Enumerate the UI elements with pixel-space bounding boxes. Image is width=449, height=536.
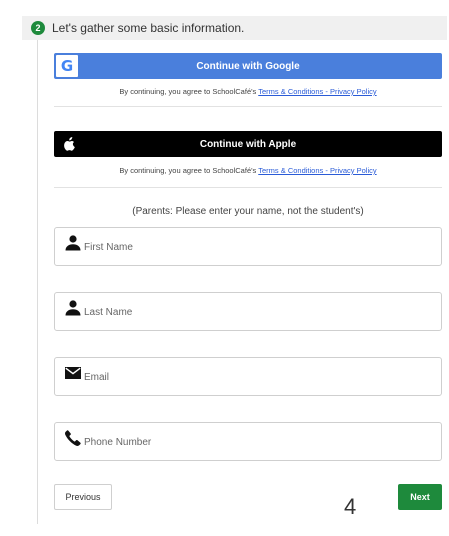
first-name-input[interactable] bbox=[84, 242, 424, 253]
parents-note: (Parents: Please enter your name, not th… bbox=[132, 206, 364, 217]
apple-consent-text: By continuing, you agree to SchoolCafé's… bbox=[54, 166, 442, 175]
apple-logo-icon bbox=[64, 137, 75, 151]
step-title: Let's gather some basic information. bbox=[52, 21, 245, 35]
next-button[interactable]: Next bbox=[398, 484, 442, 510]
previous-button[interactable]: Previous bbox=[54, 484, 112, 510]
apple-consent-prefix: By continuing, you agree to SchoolCafé's bbox=[119, 166, 257, 175]
divider bbox=[54, 187, 442, 188]
email-input[interactable] bbox=[84, 372, 424, 383]
step-header: 2 Let's gather some basic information. bbox=[22, 16, 447, 40]
last-name-input[interactable] bbox=[84, 307, 424, 318]
email-field[interactable] bbox=[54, 357, 442, 396]
page-number: 4 bbox=[344, 494, 357, 519]
continue-with-apple-button[interactable]: Continue with Apple bbox=[54, 131, 442, 157]
person-icon bbox=[65, 299, 81, 315]
google-consent-text: By continuing, you agree to SchoolCafé's… bbox=[54, 87, 442, 96]
continue-with-google-button[interactable]: G Continue with Google bbox=[54, 53, 442, 79]
step-rail bbox=[37, 38, 38, 524]
google-consent-prefix: By continuing, you agree to SchoolCafé's bbox=[119, 87, 257, 96]
google-terms-link[interactable]: Terms & Conditions - Privacy Policy bbox=[258, 87, 376, 96]
first-name-field[interactable] bbox=[54, 227, 442, 266]
phone-number-field[interactable] bbox=[54, 422, 442, 461]
step-number-badge: 2 bbox=[31, 21, 45, 35]
apple-terms-link[interactable]: Terms & Conditions - Privacy Policy bbox=[258, 166, 376, 175]
envelope-icon bbox=[65, 366, 81, 379]
phone-icon bbox=[65, 429, 81, 446]
divider bbox=[54, 106, 442, 107]
last-name-field[interactable] bbox=[54, 292, 442, 331]
phone-number-input[interactable] bbox=[84, 437, 424, 448]
google-button-label: Continue with Google bbox=[196, 60, 300, 72]
apple-button-label: Continue with Apple bbox=[199, 138, 297, 150]
google-g-icon: G bbox=[56, 55, 78, 77]
person-icon bbox=[65, 234, 81, 250]
